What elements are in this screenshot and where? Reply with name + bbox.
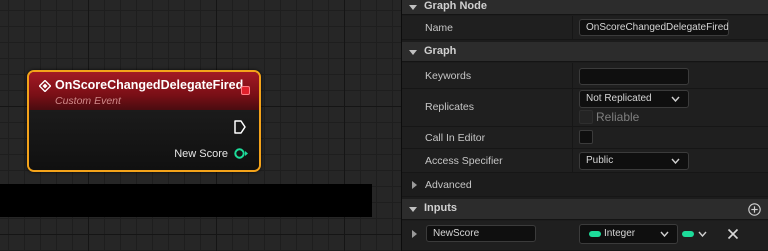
column-divider: [572, 127, 573, 148]
reliable-checkbox[interactable]: [579, 110, 593, 124]
name-input[interactable]: OnScoreChangedDelegateFired: [579, 19, 729, 36]
output-pin-label: New Score: [174, 148, 228, 160]
chevron-right-icon: [412, 181, 417, 189]
chevron-down-icon: [671, 158, 680, 164]
chevron-down-icon: [409, 5, 417, 10]
name-row: Name OnScoreChangedDelegateFired: [402, 16, 768, 40]
column-divider: [572, 16, 573, 39]
node-header: OnScoreChangedDelegateFired Custom Event: [29, 72, 259, 110]
reliable-label: Reliable: [596, 110, 640, 124]
call-in-editor-checkbox[interactable]: [579, 130, 593, 144]
replicates-dropdown[interactable]: Not Replicated: [579, 90, 689, 108]
remove-param-button[interactable]: [727, 228, 739, 240]
param-type-dropdown[interactable]: Integer: [579, 224, 678, 244]
replicates-label: Replicates: [425, 101, 475, 113]
exec-pin-icon[interactable]: [234, 120, 246, 134]
section-advanced[interactable]: Advanced: [402, 173, 768, 197]
call-in-editor-row: Call In Editor: [402, 127, 768, 149]
single-value-icon: [682, 231, 694, 237]
column-divider: [572, 89, 573, 126]
add-input-button[interactable]: [748, 203, 761, 216]
custom-event-node[interactable]: OnScoreChangedDelegateFired Custom Event…: [27, 70, 261, 172]
access-specifier-value: Public: [586, 155, 614, 166]
param-type-value: Integer: [604, 228, 636, 239]
section-label: Inputs: [424, 202, 457, 214]
chevron-down-icon: [660, 231, 669, 237]
keywords-input[interactable]: [579, 68, 689, 85]
delegate-pin-icon[interactable]: [241, 86, 250, 95]
node-body: New Score: [29, 110, 259, 170]
column-divider: [572, 149, 573, 172]
section-label: Graph Node: [424, 0, 487, 12]
black-overlay-bar: [0, 184, 372, 217]
access-specifier-row: Access Specifier Public: [402, 149, 768, 173]
section-graph-node[interactable]: Graph Node: [402, 0, 768, 15]
node-title: OnScoreChangedDelegateFired: [55, 78, 244, 92]
section-label: Graph: [424, 45, 457, 57]
param-name-input[interactable]: NewScore: [426, 225, 536, 242]
chevron-down-icon: [409, 50, 417, 55]
section-inputs[interactable]: Inputs: [402, 199, 768, 220]
input-param-row: NewScore Integer: [402, 221, 768, 251]
keywords-label: Keywords: [425, 70, 472, 82]
type-color-swatch: [589, 231, 601, 237]
chevron-down-icon: [671, 96, 680, 102]
integer-pin-icon[interactable]: [234, 148, 248, 159]
event-graph-canvas[interactable]: OnScoreChangedDelegateFired Custom Event…: [0, 0, 401, 251]
access-specifier-label: Access Specifier: [425, 155, 503, 167]
section-graph[interactable]: Graph: [402, 42, 768, 62]
replicates-row: Replicates Not Replicated Reliable: [402, 89, 768, 127]
details-panel: Graph Node Name OnScoreChangedDelegateFi…: [401, 0, 768, 251]
chevron-down-icon: [409, 207, 417, 212]
chevron-right-icon[interactable]: [411, 230, 418, 238]
keywords-row: Keywords: [402, 63, 768, 89]
replicates-value: Not Replicated: [586, 93, 652, 104]
node-subtitle: Custom Event: [55, 95, 121, 107]
section-label: Advanced: [425, 179, 472, 191]
call-in-editor-label: Call In Editor: [425, 132, 486, 144]
access-specifier-dropdown[interactable]: Public: [579, 152, 689, 170]
chevron-down-icon: [698, 231, 707, 237]
name-label: Name: [425, 22, 454, 34]
container-type-dropdown[interactable]: [682, 227, 708, 241]
column-divider: [572, 63, 573, 88]
event-diamond-icon: [39, 80, 51, 92]
